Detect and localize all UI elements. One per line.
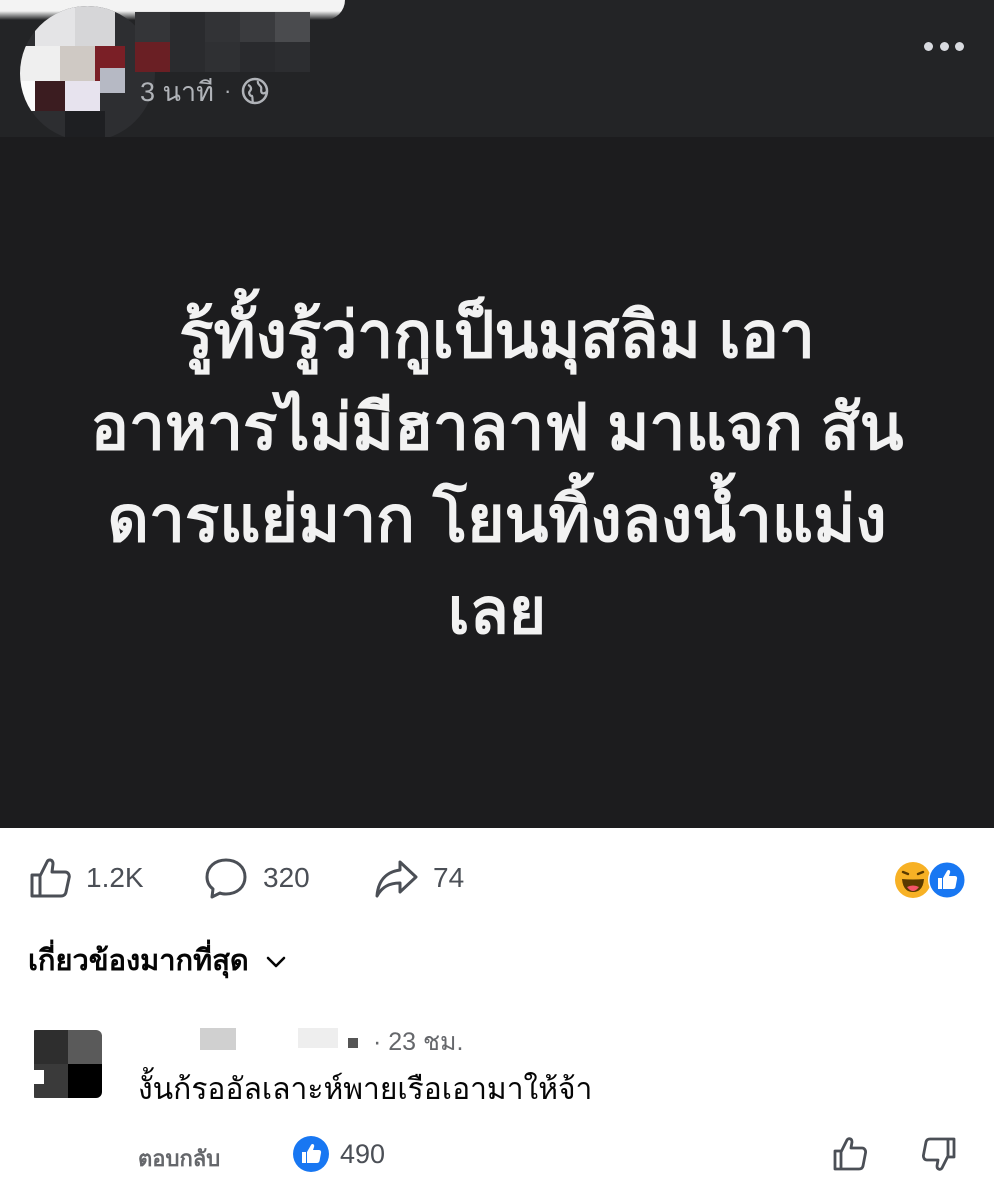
chevron-down-icon [265, 944, 287, 977]
comment-bubble-icon [203, 856, 249, 900]
share-button[interactable]: 74 [373, 856, 464, 900]
post-text-line: อาหารไม่มีฮาลาฟ มาแจก สัน [90, 390, 904, 463]
post-screen: 3 นาที · รู้ทั้งรู้ว่ากูเป็นมุสลิม เอา อ… [0, 0, 994, 1200]
action-bar: 1.2K 320 74 [0, 828, 994, 928]
meta-separator: · [223, 78, 232, 103]
post-text-line: เลย [447, 574, 547, 647]
comment-time[interactable]: · 23 ชม. [373, 1022, 463, 1062]
author-name-redacted [135, 12, 310, 72]
comment-actions: ตอบกลับ 490 [138, 1135, 968, 1175]
globe-icon [241, 77, 269, 105]
comment-reaction-summary[interactable]: 490 [292, 1135, 385, 1173]
post-time[interactable]: 3 นาที [140, 70, 214, 113]
reaction-summary[interactable] [894, 861, 966, 899]
reply-button[interactable]: ตอบกลับ [138, 1141, 220, 1176]
comment-sort-dropdown[interactable]: เกี่ยวข้องมากที่สุด [28, 938, 287, 982]
post-header: 3 นาที · [0, 0, 994, 141]
commenter-name-redacted [200, 1028, 360, 1052]
sort-label: เกี่ยวข้องมากที่สุด [28, 945, 249, 977]
comment-button[interactable]: 320 [203, 856, 310, 900]
post-content: รู้ทั้งรู้ว่ากูเป็นมุสลิม เอา อาหารไม่มี… [0, 137, 994, 828]
comment-text: งั้นก้รออัลเลาะห์พายเรือเอามาให้จ้า [138, 1073, 593, 1106]
post-meta: 3 นาที · [140, 74, 269, 108]
downvote-button[interactable] [920, 1135, 958, 1178]
commenter-avatar[interactable] [30, 1030, 102, 1098]
share-count: 74 [433, 862, 465, 893]
like-count: 1.2K [86, 862, 144, 893]
like-button[interactable]: 1.2K [28, 856, 144, 900]
comment-like-count: 490 [340, 1138, 386, 1169]
thumbs-up-icon [28, 856, 72, 900]
like-icon [293, 1136, 329, 1172]
haha-icon [895, 862, 931, 898]
post-text-line: รู้ทั้งรู้ว่ากูเป็นมุสลิม เอา [179, 298, 815, 371]
thumbs-up-icon [833, 1137, 867, 1171]
share-arrow-icon [373, 856, 419, 900]
upvote-button[interactable] [831, 1135, 869, 1178]
more-options-icon[interactable] [924, 38, 964, 54]
post-text: รู้ทั้งรู้ว่ากูเป็นมุสลิม เอา อาหารไม่มี… [67, 289, 927, 657]
thumbs-down-icon [922, 1137, 956, 1171]
comment-count: 320 [263, 862, 310, 893]
post-text-line: ดารแย่มาก โยนทิ้งลงน้ำแม่ง [107, 482, 887, 555]
like-icon [928, 861, 966, 899]
